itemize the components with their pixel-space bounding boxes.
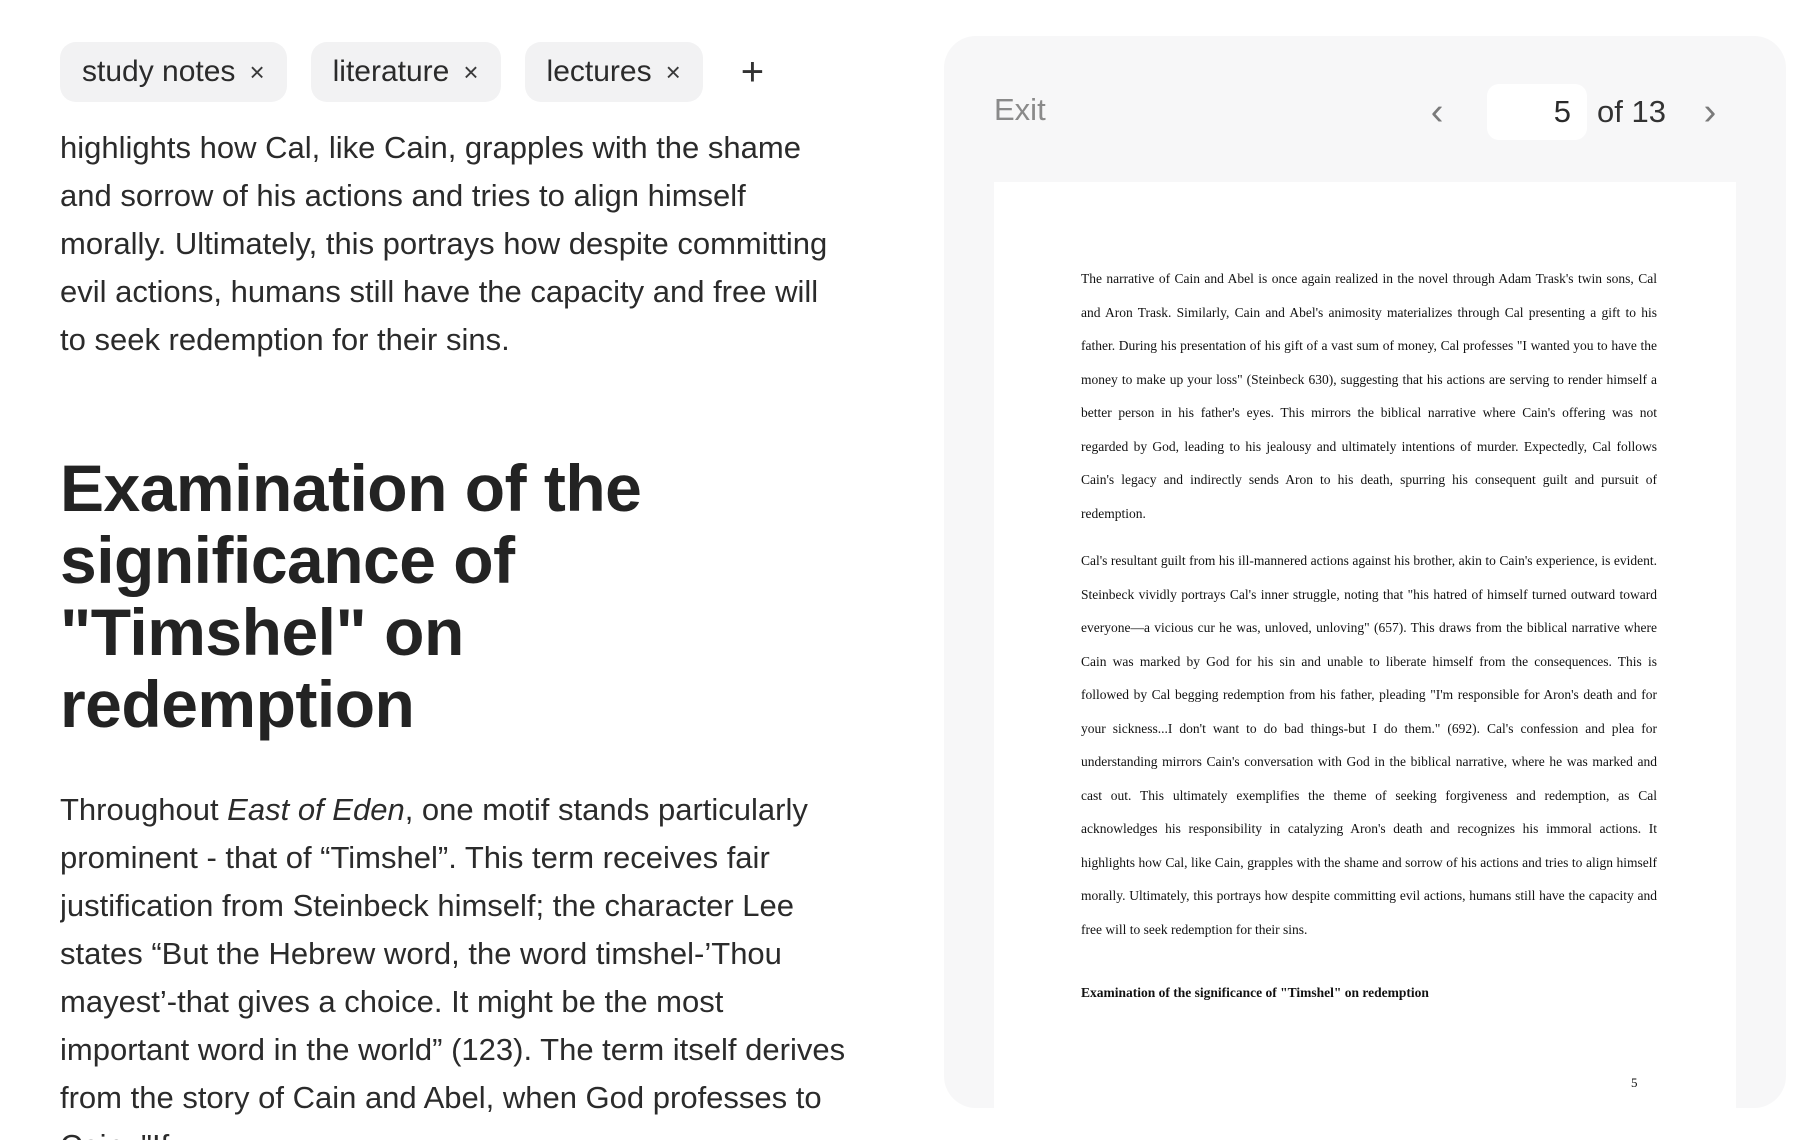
page-number-input[interactable] bbox=[1487, 84, 1588, 140]
exit-button[interactable]: Exit bbox=[994, 92, 1046, 128]
tag-label: lectures bbox=[546, 55, 652, 88]
paragraph-text: , one motif stands particularly prominen… bbox=[60, 792, 846, 1140]
page-navigator: ‹ of 13 › bbox=[1417, 84, 1730, 140]
close-icon[interactable]: × bbox=[249, 59, 264, 85]
editor-paragraph[interactable]: Throughout East of Eden, one motif stand… bbox=[60, 786, 850, 1140]
app-root: study notes × literature × lectures × + … bbox=[0, 0, 1820, 1140]
page-total: of 13 bbox=[1597, 94, 1666, 129]
document-page-number: 5 bbox=[1631, 1075, 1638, 1090]
tag-label: literature bbox=[332, 55, 450, 88]
editor-paragraph[interactable]: highlights how Cal, like Cain, grapples … bbox=[60, 124, 840, 364]
section-heading[interactable]: Examination of the significance of "Tims… bbox=[60, 452, 820, 740]
chevron-left-icon[interactable]: ‹ bbox=[1417, 93, 1457, 131]
document-content: The narrative of Cain and Abel is once a… bbox=[1081, 262, 1657, 1024]
book-title: East of Eden bbox=[227, 792, 405, 827]
document-page: The narrative of Cain and Abel is once a… bbox=[994, 182, 1736, 1108]
tag-lectures[interactable]: lectures × bbox=[524, 42, 703, 102]
chevron-right-icon[interactable]: › bbox=[1690, 93, 1730, 131]
editor-column: study notes × literature × lectures × + … bbox=[60, 0, 860, 1140]
tag-study-notes[interactable]: study notes × bbox=[60, 42, 287, 102]
document-paragraph: Cal's resultant guilt from his ill-manne… bbox=[1081, 553, 1657, 937]
document-paragraph: The narrative of Cain and Abel is once a… bbox=[1081, 271, 1657, 521]
document-heading: Examination of the significance of "Tims… bbox=[1081, 985, 1429, 1000]
tag-bar: study notes × literature × lectures × + bbox=[60, 42, 764, 102]
close-icon[interactable]: × bbox=[666, 59, 681, 85]
paragraph-text: Throughout bbox=[60, 792, 228, 827]
tag-label: study notes bbox=[82, 55, 236, 88]
close-icon[interactable]: × bbox=[463, 59, 478, 85]
add-tag-icon[interactable]: + bbox=[741, 52, 764, 92]
document-viewer: Exit ‹ of 13 › The narrative of Cain and… bbox=[944, 36, 1786, 1108]
tag-literature[interactable]: literature × bbox=[310, 42, 501, 102]
